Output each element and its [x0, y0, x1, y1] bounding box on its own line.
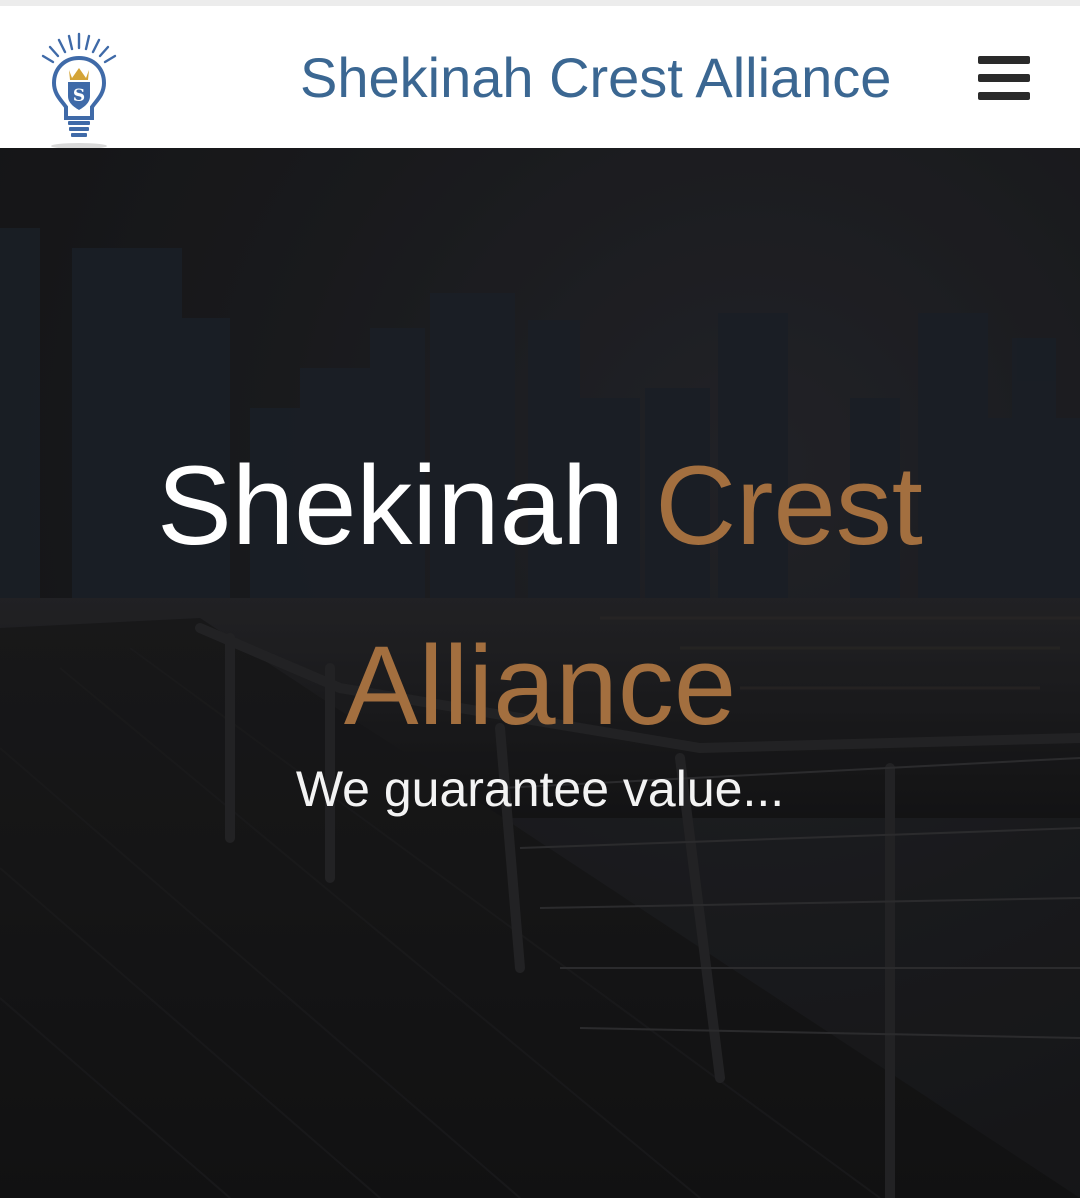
- hero-title: Shekinah Crest Alliance: [0, 416, 1080, 776]
- hamburger-menu-icon: [978, 56, 1030, 64]
- hero-title-word-1: Shekinah: [157, 443, 625, 568]
- hero-section: Shekinah Crest Alliance We guarantee val…: [0, 148, 1080, 1198]
- hamburger-menu-button[interactable]: [976, 54, 1032, 102]
- hero-title-word-2: Crest: [655, 443, 923, 568]
- svg-text:S: S: [73, 86, 85, 106]
- site-title[interactable]: Shekinah Crest Alliance: [300, 44, 891, 112]
- menu-bar-middle: [978, 74, 1030, 82]
- hero-title-word-3: Alliance: [343, 623, 737, 748]
- hero-tagline: We guarantee value...: [295, 761, 785, 817]
- lightbulb-crest-logo-icon[interactable]: S: [36, 30, 122, 150]
- site-header: S Shekinah Crest Alliance: [0, 0, 1080, 150]
- menu-bar-bottom: [978, 92, 1030, 100]
